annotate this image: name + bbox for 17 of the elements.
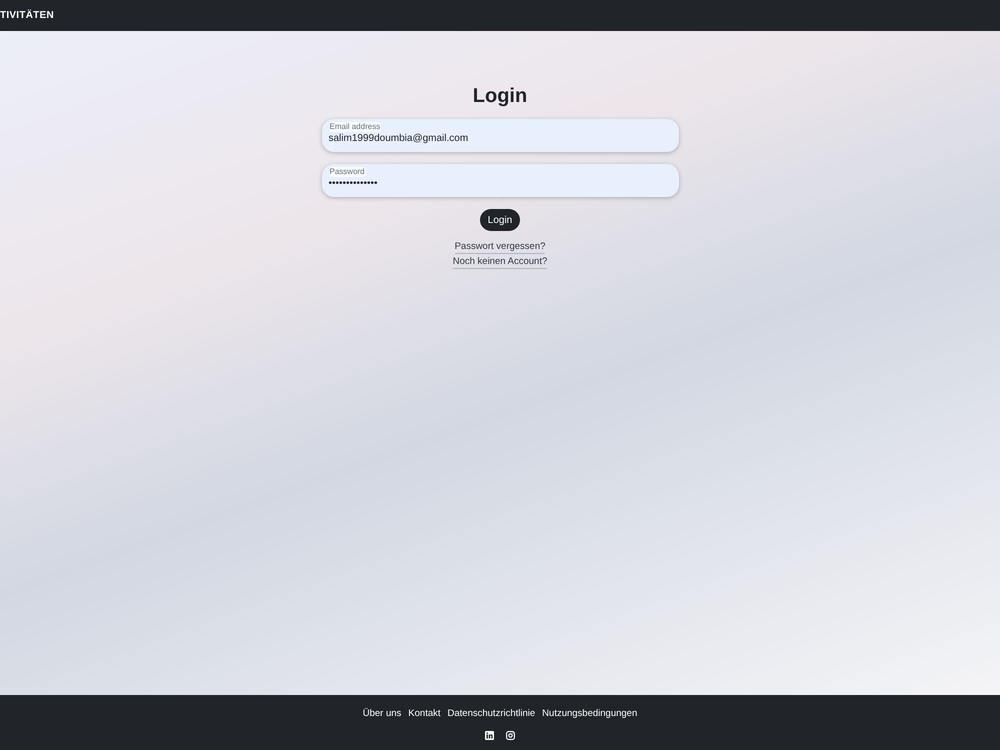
login-heading: Login bbox=[472, 84, 528, 109]
footer-link[interactable]: Kontakt bbox=[408, 707, 441, 722]
login-button[interactable]: Login bbox=[480, 209, 520, 231]
footer-link[interactable]: Nutzungsbedingungen bbox=[542, 707, 638, 722]
brand-link[interactable]: TIVITÄTEN bbox=[0, 8, 54, 23]
input-field[interactable]: Email address salim1999doumbia@gmail.com bbox=[322, 119, 678, 152]
field-value: •••••••••••••• bbox=[328, 177, 379, 191]
input-field[interactable]: Password •••••••••••••• bbox=[322, 164, 678, 197]
footer-link[interactable]: Datenschutzrichtlinie bbox=[448, 707, 536, 722]
field-label: Email address bbox=[328, 122, 382, 132]
text-link[interactable]: Noch keinen Account? bbox=[452, 256, 548, 269]
instagram-icon[interactable] bbox=[506, 731, 515, 740]
field-label: Password bbox=[328, 167, 366, 177]
footer-link[interactable]: Über uns bbox=[362, 707, 402, 722]
field-value: salim1999doumbia@gmail.com bbox=[328, 132, 470, 146]
text-link[interactable]: Passwort vergessen? bbox=[454, 241, 546, 254]
linkedin-icon[interactable] bbox=[485, 731, 494, 740]
